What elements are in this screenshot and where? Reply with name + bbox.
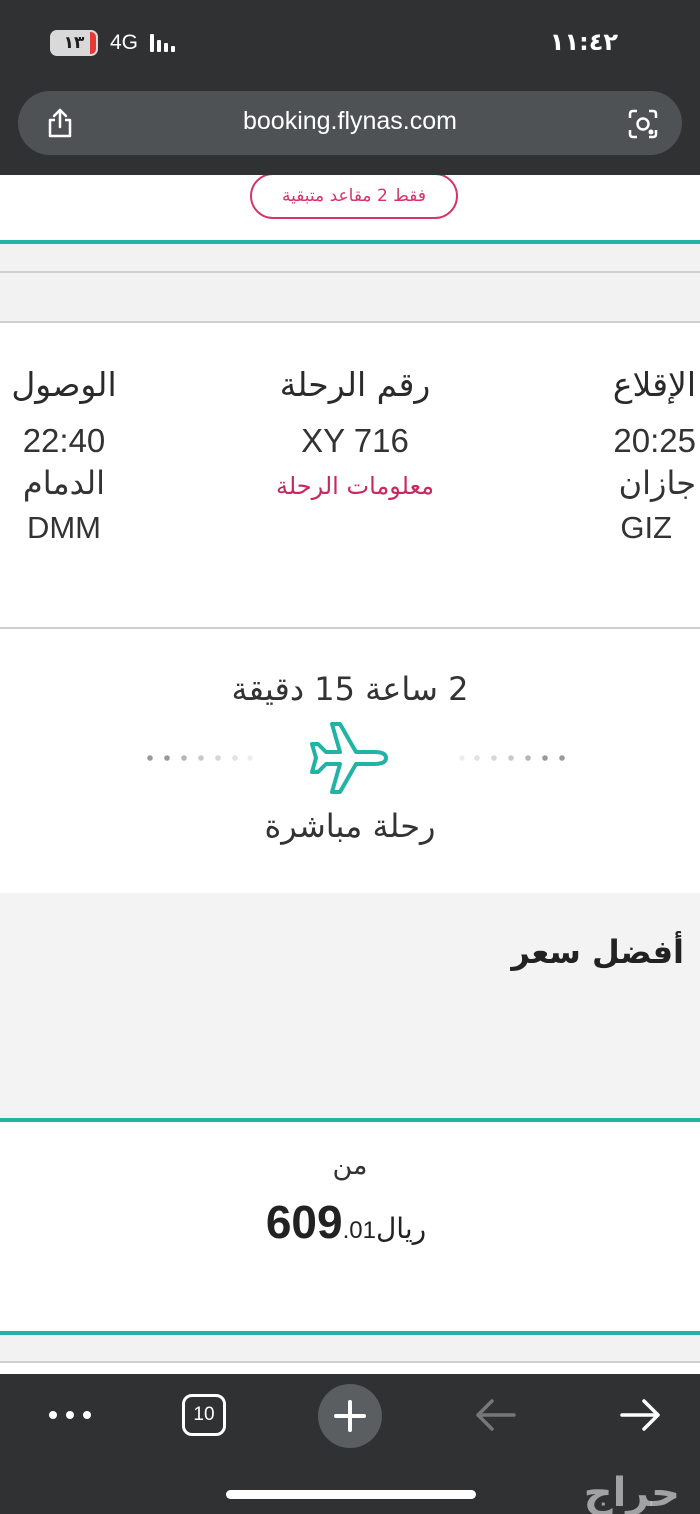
browser-top-bar: ١٣ 4G ١١:٤٢ booking.flynas.com — [0, 0, 700, 175]
flight-number-label: رقم الرحلة — [279, 365, 431, 404]
best-price-band — [0, 893, 700, 1118]
departure-city: جازان — [618, 464, 696, 502]
departure-code: GIZ — [620, 510, 672, 545]
arrival-time: 22:40 — [22, 422, 106, 459]
back-button[interactable] — [470, 1388, 520, 1442]
network-type: 4G — [110, 31, 139, 54]
arrival-code: DMM — [26, 510, 102, 545]
price-from-label: من — [332, 1150, 368, 1181]
divider — [0, 1361, 700, 1363]
flight-number-column: رقم الرحلة XY 716 معلومات الرحلة — [225, 365, 485, 500]
price-decimal: .01 — [342, 1217, 376, 1244]
grey-band — [0, 273, 700, 321]
home-indicator[interactable] — [226, 1490, 476, 1499]
new-tab-button[interactable] — [318, 1384, 382, 1448]
price-currency: ريال — [375, 1212, 427, 1245]
url-text[interactable]: booking.flynas.com — [18, 107, 682, 136]
more-menu-button[interactable] — [40, 1388, 100, 1442]
divider — [0, 627, 700, 629]
arrow-left-icon — [476, 1399, 516, 1431]
arrival-column: الوصول 22:40 الدمام DMM — [2, 365, 126, 546]
best-price-label: أفضل سعر — [511, 933, 684, 971]
direct-flight-label: رحلة مباشرة — [264, 807, 436, 845]
battery-level: ١٣ — [63, 33, 85, 53]
dotted-line-right — [459, 755, 565, 761]
browser-bottom-toolbar: 10 حراج — [0, 1374, 700, 1514]
dotted-line-left — [147, 755, 253, 761]
seats-left-badge: فقط 2 مقاعد متبقية — [250, 175, 458, 219]
divider — [0, 321, 700, 323]
flight-number: XY 716 — [301, 422, 409, 459]
arrival-city: الدمام — [22, 464, 106, 502]
flight-duration: 2 ساعة 15 دقيقة — [231, 670, 469, 708]
departure-label: الإقلاع — [612, 365, 696, 404]
battery-indicator: ١٣ — [50, 30, 98, 56]
route-line — [147, 722, 565, 794]
price-integer: 609 — [265, 1196, 343, 1248]
arrival-label: الوصول — [11, 365, 117, 404]
price-amount[interactable]: ريال 609.01 — [0, 1195, 700, 1249]
plus-icon — [334, 1400, 366, 1432]
battery-low-icon — [90, 32, 96, 54]
teal-divider — [0, 1118, 700, 1122]
status-time: ١١:٤٢ — [549, 28, 618, 56]
camera-search-icon[interactable] — [626, 107, 660, 141]
departure-column: الإقلاع 20:25 جازان GIZ — [566, 365, 696, 546]
more-icon — [49, 1411, 91, 1419]
tab-switcher-button[interactable]: 10 — [182, 1394, 226, 1436]
flight-info-link[interactable]: معلومات الرحلة — [225, 472, 485, 500]
grey-band — [0, 244, 700, 272]
departure-time: 20:25 — [613, 422, 696, 459]
haraj-watermark: حراج — [583, 1470, 680, 1514]
flight-result-card: فقط 2 مقاعد متبقية الإقلاع 20:25 جازان G… — [0, 175, 700, 1374]
address-bar[interactable]: booking.flynas.com — [18, 91, 682, 155]
airplane-icon — [310, 722, 388, 794]
grey-band — [0, 1335, 700, 1361]
status-bar-left: ١٣ 4G — [50, 30, 176, 56]
arrow-right-icon — [620, 1399, 660, 1431]
signal-icon — [150, 34, 176, 52]
forward-button[interactable] — [616, 1388, 666, 1442]
